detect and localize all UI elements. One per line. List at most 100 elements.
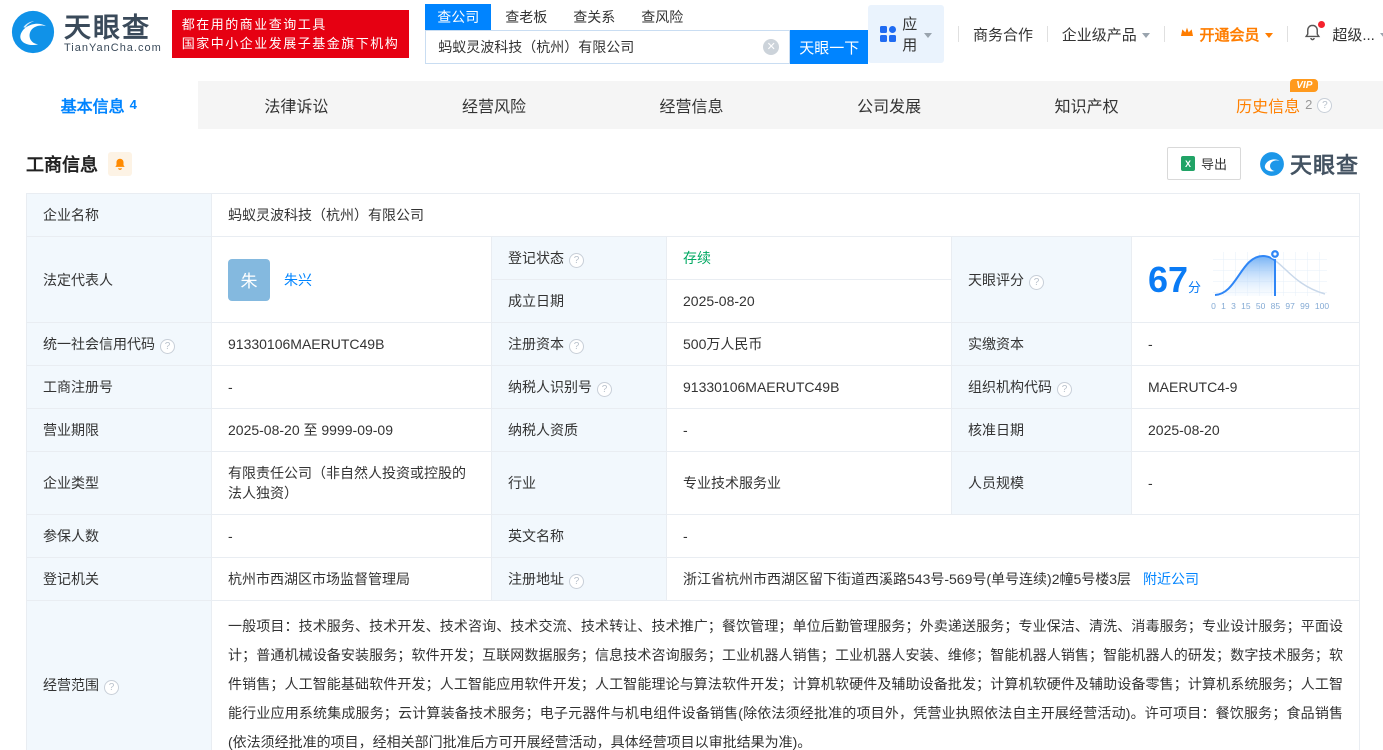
search-tab-risk[interactable]: 查风险	[629, 4, 695, 30]
taxpayer-quality-label: 纳税人资质	[491, 408, 667, 452]
tab-legal-proceedings[interactable]: 法律诉讼	[198, 81, 396, 129]
table-row: 企业类型 有限责任公司（非自然人投资或控股的法人独资） 行业 专业技术服务业 人…	[26, 451, 1361, 515]
help-icon[interactable]: ?	[160, 339, 175, 354]
company-name-value: 蚂蚁灵波科技（杭州）有限公司	[210, 193, 1361, 237]
company-type-value: 有限责任公司（非自然人投资或控股的法人独资）	[211, 451, 492, 515]
reg-status-value: 存续	[666, 236, 952, 280]
help-icon[interactable]: ?	[597, 382, 612, 397]
insured-value: -	[211, 514, 492, 558]
taxpayer-id-label: 纳税人识别号	[508, 379, 592, 395]
paid-capital-value: -	[1130, 322, 1361, 366]
paid-capital-label: 实缴资本	[951, 322, 1132, 366]
slogan-line2: 国家中小企业发展子基金旗下机构	[181, 36, 400, 51]
notification-bell-icon[interactable]	[1303, 20, 1326, 46]
credit-code-label: 统一社会信用代码	[43, 336, 155, 352]
watermark-text: 天眼查	[1289, 152, 1359, 178]
help-icon[interactable]: ?	[1317, 97, 1333, 113]
table-row: 法定代表人 朱 朱兴 登记状态? 存续 天眼评分? 67分 0 1 3 15 5…	[26, 236, 1361, 323]
english-name-value: -	[665, 514, 1361, 558]
english-name-label: 英文名称	[491, 514, 667, 558]
tab-intellectual-property[interactable]: 知识产权	[988, 81, 1186, 129]
search-tab-relation[interactable]: 查关系	[561, 4, 627, 30]
search-tab-boss[interactable]: 查老板	[493, 4, 559, 30]
tab-label: 经营信息	[659, 99, 724, 116]
reg-authority-label: 登记机关	[26, 557, 212, 601]
nav-cooperation[interactable]: 商务合作	[973, 24, 1033, 45]
announcement-bell-icon[interactable]	[108, 151, 132, 176]
scope-label: 经营范围	[43, 676, 99, 693]
divider	[958, 26, 959, 42]
tianyancha-logo-icon	[1260, 151, 1284, 176]
slogan-banner: 都在用的商业查询工具 国家中小企业发展子基金旗下机构	[171, 10, 410, 58]
table-row: 参保人数 - 英文名称 -	[26, 514, 1361, 558]
tianyancha-logo-icon	[10, 9, 56, 60]
top-header: 天眼查 TianYanCha.com 都在用的商业查询工具 国家中小企业发展子基…	[0, 0, 1383, 68]
account-label: 超级...	[1332, 26, 1375, 44]
tab-count: 2	[1305, 96, 1313, 112]
legal-rep-link[interactable]: 朱兴	[284, 270, 312, 290]
help-icon[interactable]: ?	[1057, 382, 1072, 397]
term-value: 2025-08-20 至 9999-09-09	[211, 408, 492, 452]
chevron-down-icon	[1141, 32, 1150, 38]
tab-basic-info[interactable]: 基本信息 4	[0, 81, 198, 129]
tab-history-info[interactable]: 历史信息 2 ? VIP	[1185, 79, 1383, 129]
search-box: ✕	[425, 30, 791, 64]
score-unit: 分	[1188, 279, 1202, 295]
section-title: 工商信息	[26, 154, 98, 175]
brand-domain: TianYanCha.com	[64, 42, 162, 54]
divider	[1286, 26, 1288, 42]
help-icon[interactable]: ?	[569, 574, 584, 589]
brand-logo[interactable]: 天眼查 TianYanCha.com	[10, 9, 162, 60]
enterprise-label: 企业级产品	[1061, 26, 1137, 44]
export-button[interactable]: X 导出	[1166, 147, 1241, 180]
reg-number-value: -	[211, 365, 492, 409]
help-icon[interactable]: ?	[569, 339, 584, 354]
apps-label: 应用	[902, 16, 918, 54]
tab-operating-info[interactable]: 经营信息	[593, 81, 791, 129]
org-code-value: MAERUTC4-9	[1130, 365, 1361, 409]
legal-rep-label: 法定代表人	[26, 236, 212, 323]
approval-date-value: 2025-08-20	[1130, 408, 1361, 452]
search-button[interactable]: 天眼一下	[790, 30, 869, 64]
reg-number-label: 工商注册号	[26, 365, 212, 409]
company-type-label: 企业类型	[26, 451, 212, 515]
crown-icon	[1179, 25, 1195, 43]
table-row: 统一社会信用代码? 91330106MAERUTC49B 注册资本? 500万人…	[26, 322, 1361, 366]
establish-date-label: 成立日期	[491, 279, 667, 323]
tab-label: 历史信息	[1236, 99, 1301, 116]
establish-date-value: 2025-08-20	[666, 279, 952, 323]
address-text: 浙江省杭州市西湖区留下街道西溪路543号-569号(单号连续)2幢5号楼3层	[683, 571, 1132, 587]
org-code-label: 组织机构代码	[968, 379, 1052, 395]
page-tabs: 基本信息 4 法律诉讼 经营风险 经营信息 公司发展 知识产权 历史信息 2 ?…	[0, 79, 1383, 129]
search-area: 查公司 查老板 查关系 查风险 ✕ 天眼一下	[425, 4, 869, 64]
nav-account[interactable]: 超级...	[1332, 24, 1383, 45]
taxpayer-id-value: 91330106MAERUTC49B	[666, 365, 952, 409]
search-tabs: 查公司 查老板 查关系 查风险	[425, 4, 868, 30]
score-label-cell: 天眼评分?	[951, 236, 1132, 323]
apps-button[interactable]: 应用	[868, 5, 945, 63]
tab-operating-risk[interactable]: 经营风险	[395, 81, 593, 129]
section-head: 工商信息 X 导出 天眼查	[0, 129, 1383, 193]
tab-count: 4	[129, 96, 137, 112]
help-icon[interactable]: ?	[1029, 274, 1044, 290]
score-distribution-chart: 0 1 3 15 50 85 97 99 100	[1211, 248, 1329, 311]
address-label: 注册地址	[508, 571, 564, 587]
scope-label-cell: 经营范围?	[26, 600, 212, 750]
apps-grid-icon	[880, 26, 897, 42]
nav-enterprise-products[interactable]: 企业级产品	[1062, 24, 1150, 45]
reg-authority-value: 杭州市西湖区市场监督管理局	[211, 557, 492, 601]
help-icon[interactable]: ?	[104, 679, 119, 695]
insured-label: 参保人数	[26, 514, 212, 558]
credit-code-label-cell: 统一社会信用代码?	[26, 322, 212, 366]
score-cell[interactable]: 67分 0 1 3 15 50 85 97 99 100	[1130, 236, 1361, 323]
taxpayer-quality-value: -	[666, 408, 952, 452]
avatar[interactable]: 朱	[228, 258, 270, 301]
nav-open-vip[interactable]: 开通会员	[1179, 24, 1273, 45]
chevron-down-icon	[924, 32, 933, 38]
search-tab-company[interactable]: 查公司	[425, 4, 492, 30]
help-icon[interactable]: ?	[569, 253, 584, 268]
search-input[interactable]	[426, 31, 790, 63]
staff-size-label: 人员规模	[951, 451, 1132, 515]
tab-company-development[interactable]: 公司发展	[790, 81, 988, 129]
nearby-company-link[interactable]: 附近公司	[1143, 571, 1199, 587]
